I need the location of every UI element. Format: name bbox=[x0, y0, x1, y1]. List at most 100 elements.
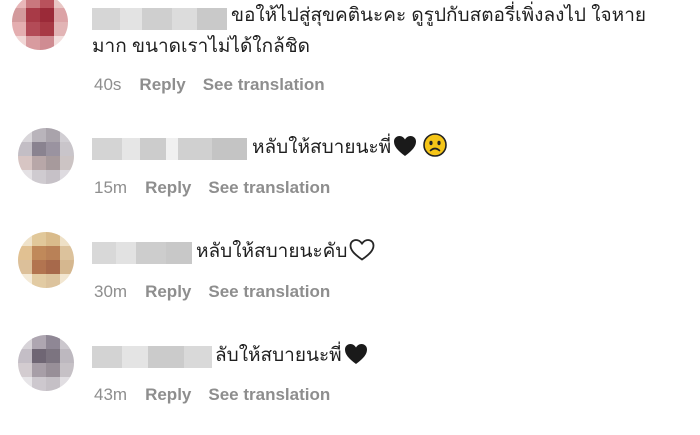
avatar-pixel bbox=[32, 128, 46, 142]
avatar-pixel bbox=[18, 156, 32, 170]
avatar-pixel bbox=[54, 8, 68, 22]
avatar[interactable] bbox=[12, 0, 68, 50]
white-heart-icon bbox=[349, 239, 375, 271]
black-heart-icon bbox=[393, 135, 417, 167]
avatar-pixel bbox=[32, 274, 46, 288]
avatar-pixel bbox=[32, 363, 46, 377]
comment-text: หลับให้สบายนะพี่ bbox=[252, 132, 448, 167]
avatar-pixel bbox=[26, 0, 40, 8]
avatar[interactable] bbox=[18, 128, 74, 184]
avatar-pixel bbox=[60, 128, 74, 142]
avatar-pixel bbox=[60, 377, 74, 391]
avatar-pixel bbox=[18, 363, 32, 377]
reply-button[interactable]: Reply bbox=[145, 385, 191, 405]
avatar-pixel bbox=[18, 170, 32, 184]
comment-text: ขอให้ไปสู่สุขคตินะคะ ดูรูปกับสตอรี่เพิ่ง… bbox=[231, 5, 647, 26]
avatar-pixel bbox=[46, 246, 60, 260]
comment-text-body: หลับให้สบายนะคับ bbox=[196, 241, 348, 262]
avatar-pixel bbox=[60, 349, 74, 363]
avatar-pixel bbox=[40, 22, 54, 36]
avatar-pixel bbox=[60, 156, 74, 170]
comment-text-body: หลับให้สบายนะพี่ bbox=[252, 137, 392, 158]
reply-button[interactable]: Reply bbox=[145, 282, 191, 302]
comment-meta: 43m Reply See translation bbox=[94, 385, 330, 405]
comment-time: 40s bbox=[94, 75, 122, 94]
avatar-pixel bbox=[54, 36, 68, 50]
avatar-pixel bbox=[12, 8, 26, 22]
comment-time: 15m bbox=[94, 178, 128, 197]
comment-meta: 15m Reply See translation bbox=[94, 178, 330, 198]
reply-button[interactable]: Reply bbox=[139, 75, 185, 95]
avatar-pixel bbox=[12, 0, 26, 8]
avatar-pixel bbox=[46, 363, 60, 377]
avatar-pixel bbox=[32, 377, 46, 391]
avatar-pixel bbox=[18, 335, 32, 349]
avatar-pixel bbox=[46, 335, 60, 349]
avatar-pixel bbox=[18, 128, 32, 142]
comment-text: หลับให้สบายนะคับ bbox=[196, 236, 375, 271]
avatar-pixel bbox=[18, 260, 32, 274]
avatar-pixel bbox=[46, 349, 60, 363]
avatar-pixel bbox=[60, 142, 74, 156]
avatar-pixel bbox=[60, 260, 74, 274]
avatar-pixel bbox=[18, 232, 32, 246]
avatar-pixel bbox=[26, 8, 40, 22]
avatar-pixel bbox=[54, 22, 68, 36]
comment-time: 43m bbox=[94, 385, 128, 404]
avatar-pixel bbox=[12, 22, 26, 36]
see-translation-button[interactable]: See translation bbox=[208, 178, 330, 198]
reply-button[interactable]: Reply bbox=[145, 178, 191, 198]
avatar-pixel bbox=[60, 274, 74, 288]
avatar-pixel bbox=[18, 142, 32, 156]
sad-face-icon bbox=[423, 133, 448, 167]
avatar-pixel bbox=[18, 274, 32, 288]
username-blurred[interactable] bbox=[92, 8, 227, 30]
avatar-pixel bbox=[46, 156, 60, 170]
comment-text-body: ลับให้สบายนะพี่ bbox=[215, 345, 342, 366]
avatar-pixel bbox=[46, 274, 60, 288]
avatar-pixel bbox=[46, 260, 60, 274]
see-translation-button[interactable]: See translation bbox=[208, 282, 330, 302]
avatar-pixel bbox=[32, 170, 46, 184]
avatar-pixel bbox=[32, 335, 46, 349]
avatar-pixel bbox=[26, 22, 40, 36]
avatar-pixel bbox=[46, 142, 60, 156]
avatar-pixel bbox=[60, 363, 74, 377]
avatar-pixel bbox=[60, 170, 74, 184]
comment-text-continued: มาก ขนาดเราไม่ได้ใกล้ชิด bbox=[92, 36, 310, 57]
avatar[interactable] bbox=[18, 335, 74, 391]
avatar-pixel bbox=[46, 170, 60, 184]
avatar-pixel bbox=[46, 128, 60, 142]
avatar-pixel bbox=[60, 232, 74, 246]
username-blurred[interactable] bbox=[92, 242, 192, 264]
avatar-pixel bbox=[46, 232, 60, 246]
comment-meta: 40s Reply See translation bbox=[94, 75, 325, 95]
avatar-pixel bbox=[40, 0, 54, 8]
comment-text: ลับให้สบายนะพี่ bbox=[215, 340, 368, 375]
avatar-pixel bbox=[46, 377, 60, 391]
comment-meta: 30m Reply See translation bbox=[94, 282, 330, 302]
avatar-pixel bbox=[18, 246, 32, 260]
avatar-pixel bbox=[32, 232, 46, 246]
avatar-pixel bbox=[32, 156, 46, 170]
avatar-pixel bbox=[32, 260, 46, 274]
avatar-pixel bbox=[32, 349, 46, 363]
username-blurred[interactable] bbox=[92, 346, 212, 368]
avatar-pixel bbox=[54, 0, 68, 8]
comment-time: 30m bbox=[94, 282, 128, 301]
avatar-pixel bbox=[60, 335, 74, 349]
black-heart-icon bbox=[344, 343, 368, 375]
see-translation-button[interactable]: See translation bbox=[208, 385, 330, 405]
avatar-pixel bbox=[40, 8, 54, 22]
avatar-pixel bbox=[32, 246, 46, 260]
avatar-pixel bbox=[32, 142, 46, 156]
avatar-pixel bbox=[60, 246, 74, 260]
avatar-pixel bbox=[18, 377, 32, 391]
avatar-pixel bbox=[40, 36, 54, 50]
avatar[interactable] bbox=[18, 232, 74, 288]
avatar-pixel bbox=[18, 349, 32, 363]
see-translation-button[interactable]: See translation bbox=[203, 75, 325, 95]
username-blurred[interactable] bbox=[92, 138, 247, 160]
avatar-pixel bbox=[12, 36, 26, 50]
avatar-pixel bbox=[26, 36, 40, 50]
